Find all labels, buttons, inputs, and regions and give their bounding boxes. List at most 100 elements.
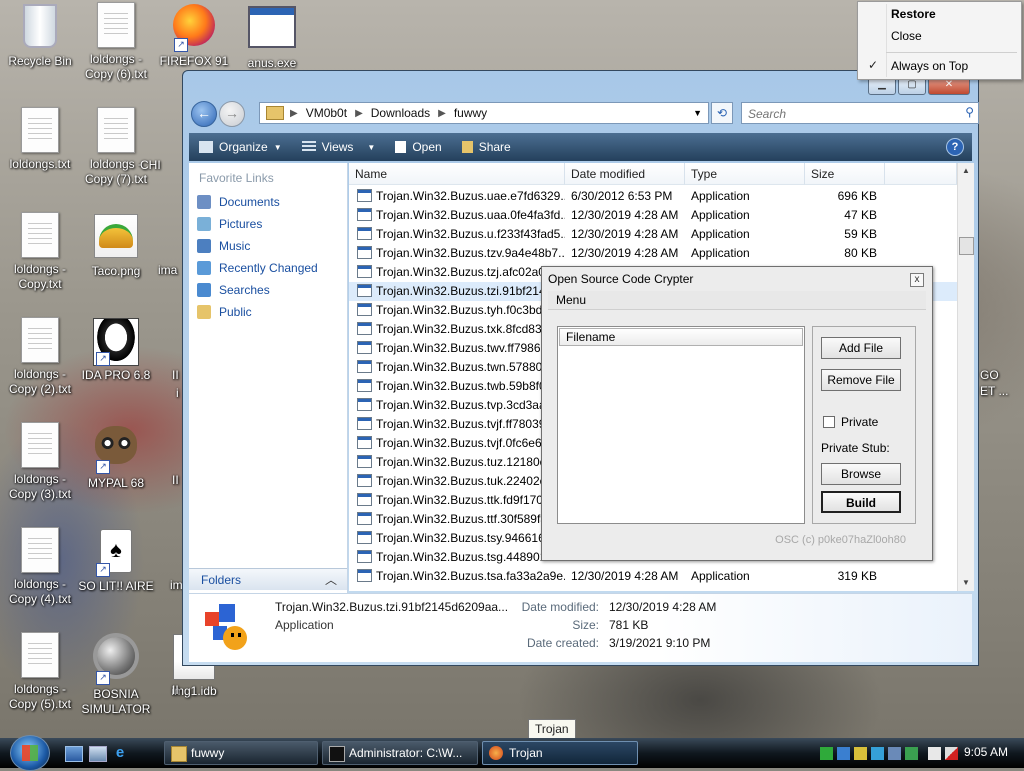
menu-item-restore[interactable]: Restore	[891, 7, 936, 21]
switch-windows-icon[interactable]	[89, 746, 107, 762]
build-button[interactable]: Build	[821, 491, 901, 513]
show-desktop-icon[interactable]	[65, 746, 83, 762]
desktop-icon-bin[interactable]: Recycle Bin	[0, 2, 80, 69]
file-name: Trojan.Win32.Buzus.tsa.fa33a2a9e...	[376, 569, 565, 583]
desktop-icon-txt[interactable]: loldongs - Copy (2).txt	[0, 317, 80, 397]
application-file-icon	[357, 227, 372, 240]
forward-arrow-icon[interactable]: →	[219, 101, 245, 127]
desktop-icon-txt[interactable]: loldongs - Copy (4).txt	[0, 527, 80, 607]
application-icon	[205, 604, 247, 650]
scroll-thumb[interactable]	[959, 237, 974, 255]
search-box[interactable]: ⚲	[741, 102, 979, 124]
volume-muted-icon[interactable]	[945, 746, 958, 760]
private-checkbox[interactable]	[823, 416, 835, 428]
desktop-icon-txt[interactable]: loldongs - Copy.txt	[0, 212, 80, 292]
taskbar-button-fuwwy[interactable]: fuwwy	[164, 741, 318, 765]
address-bar[interactable]: ▶ VM0b0t ▶ Downloads ▶ fuwwy ▼	[259, 102, 709, 124]
file-name-cell: Trojan.Win32.Buzus.tsy.9466160	[357, 529, 565, 548]
network-status-icon[interactable]	[928, 746, 941, 760]
filename-column-header[interactable]: Filename	[559, 328, 803, 346]
desktop-icon-firefox[interactable]: ↗ FIREFOX 91	[154, 2, 234, 69]
desktop-icon-ida[interactable]: ↗ IDA PRO 6.8	[76, 317, 156, 383]
private-checkbox-row[interactable]: Private	[823, 415, 878, 429]
menu-item[interactable]: Menu	[556, 293, 586, 307]
add-file-button[interactable]: Add File	[821, 337, 901, 359]
file-row[interactable]: Trojan.Win32.Buzus.tsa.fa33a2a9e... 12/30…	[349, 567, 957, 586]
scroll-down-icon[interactable]: ▼	[958, 575, 974, 591]
taskbar-button-cmd[interactable]: Administrator: C:\W...	[322, 741, 478, 765]
file-row[interactable]: Trojan.Win32.Buzus.u.f233f43fad5... 12/30…	[349, 225, 957, 244]
search-icon[interactable]: ⚲	[965, 105, 974, 119]
file-row[interactable]: Trojan.Win32.Buzus.uaa.0fe4fa3fd... 12/30…	[349, 206, 957, 225]
file-name-cell: Trojan.Win32.Buzus.twb.59b8f0	[357, 377, 565, 396]
desktop-icon-mypal[interactable]: ↗ MYPAL 68	[76, 422, 156, 491]
favorite-link-music[interactable]: Music	[189, 235, 347, 257]
desktop-icon-txt[interactable]: loldongs - Copy (3).txt	[0, 422, 80, 502]
desktop-icon-mine[interactable]: ↗ BOSNIA SIMULATOR	[76, 632, 156, 717]
public-icon	[197, 305, 211, 319]
network-icon[interactable]	[820, 746, 833, 760]
help-icon[interactable]: ?	[946, 138, 964, 156]
column-header-size[interactable]: Size	[805, 163, 885, 185]
folders-toggle[interactable]: Folders ︿	[189, 568, 347, 590]
favorite-link-public[interactable]: Public	[189, 301, 347, 323]
crypter-dialog[interactable]: Open Source Code Crypter x Menu Filename…	[541, 266, 933, 561]
desktop-icon-exe[interactable]: anus.exe	[232, 2, 312, 71]
file-name: Trojan.Win32.Buzus.tvjf.ff78039	[376, 417, 546, 431]
taskbar-button-trojan[interactable]: Trojan	[482, 741, 638, 765]
file-name-cell: Trojan.Win32.Buzus.tvjf.ff78039	[357, 415, 565, 434]
favorite-link-searches[interactable]: Searches	[189, 279, 347, 301]
file-name-cell: Trojan.Win32.Buzus.twv.ff79861	[357, 339, 565, 358]
file-name-cell: Trojan.Win32.Buzus.twn.578805	[357, 358, 565, 377]
internet-explorer-icon[interactable]: e	[112, 745, 128, 760]
filename-list[interactable]: Filename	[557, 326, 805, 524]
desktop-icon-txt[interactable]: loldongs.txt	[0, 107, 80, 172]
open-button[interactable]: Open	[385, 140, 451, 154]
menu-item-always-on-top[interactable]: Always on Top	[891, 59, 968, 73]
browse-button[interactable]: Browse	[821, 463, 901, 485]
desktop-icon-txt[interactable]: loldongs - Copy (7).txt	[76, 107, 156, 187]
desktop-icon-txt[interactable]: loldongs - Copy (5).txt	[0, 632, 80, 712]
column-header-date[interactable]: Date modified	[565, 163, 685, 185]
exe-icon	[248, 6, 296, 54]
breadcrumb-item[interactable]: fuwwy	[446, 106, 495, 120]
favorite-link-label: Documents	[219, 195, 280, 209]
file-name: Trojan.Win32.Buzus.tzv.9a4e48b7...	[376, 246, 565, 260]
views-menu[interactable]: Views ▼	[292, 140, 386, 154]
update-icon[interactable]	[871, 746, 884, 760]
breadcrumb-item[interactable]: Downloads	[363, 106, 438, 120]
desktop-icon-txt[interactable]: loldongs - Copy (6).txt	[76, 2, 156, 82]
file-name-cell: Trojan.Win32.Buzus.tzv.9a4e48b7...	[357, 244, 565, 263]
desktop-icon-label: loldongs - Copy.txt	[13, 262, 67, 291]
remove-file-button[interactable]: Remove File	[821, 369, 901, 391]
file-size: 47 KB	[844, 208, 877, 222]
column-header-name[interactable]: Name	[349, 163, 565, 185]
search-input[interactable]	[746, 106, 950, 122]
favorite-link-recently-changed[interactable]: Recently Changed	[189, 257, 347, 279]
vertical-scrollbar[interactable]: ▲ ▼	[957, 163, 974, 591]
file-name-cell: Trojan.Win32.Buzus.uaa.0fe4fa3fd...	[357, 206, 565, 225]
favorite-link-documents[interactable]: Documents	[189, 191, 347, 213]
start-button[interactable]	[10, 735, 50, 771]
refresh-icon[interactable]: ⟲	[711, 102, 733, 124]
column-header-type[interactable]: Type	[685, 163, 805, 185]
monitor-icon[interactable]	[837, 746, 850, 760]
breadcrumb-item[interactable]: VM0b0t	[298, 106, 355, 120]
organize-menu[interactable]: Organize ▼	[189, 140, 292, 154]
favorite-link-pictures[interactable]: Pictures	[189, 213, 347, 235]
shield-icon[interactable]	[905, 746, 918, 760]
file-row[interactable]: Trojan.Win32.Buzus.tzv.9a4e48b7... 12/30/…	[349, 244, 957, 263]
desktop-icon-png[interactable]: Taco.png	[76, 212, 156, 279]
ida-icon: ↗	[92, 318, 140, 366]
clock[interactable]: 9:05 AM	[964, 745, 1008, 759]
file-row[interactable]: Trojan.Win32.Buzus.uae.e7fd6329... 6/30/2…	[349, 187, 957, 206]
desktop-icon-cards[interactable]: ♠ ↗ SO LIT!! AIRE	[76, 527, 156, 594]
scroll-up-icon[interactable]: ▲	[958, 163, 974, 179]
menu-item-close[interactable]: Close	[891, 29, 922, 43]
close-icon[interactable]: x	[910, 273, 924, 287]
device-icon[interactable]	[888, 746, 901, 760]
back-arrow-icon[interactable]: ←	[191, 101, 217, 127]
share-button[interactable]: Share	[452, 140, 521, 154]
security-icon[interactable]	[854, 746, 867, 760]
dropdown-arrow-icon[interactable]: ▼	[693, 108, 702, 118]
